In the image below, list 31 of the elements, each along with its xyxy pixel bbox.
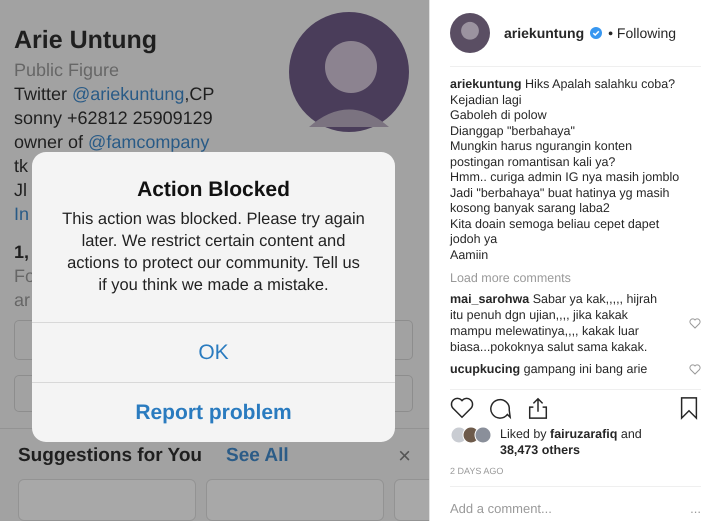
bio-line: Twitter @ariekuntung,CP [14, 83, 214, 106]
likes-text: Liked by fairuzarafiq and 38,473 others [500, 426, 643, 458]
comment-text: mai_sarohwa Sabar ya kak,,,,, hijrah itu penuh dgn ujian,,,, jika kakak mampu melewatinya,,,, kakak luar biasa...pokoknya salut sama kakak. [450, 291, 658, 355]
bio-line: tk [14, 155, 28, 178]
post-time: 2 DAYS AGO [450, 466, 701, 487]
followers-text: ar [14, 289, 30, 312]
share-icon[interactable] [526, 396, 550, 420]
comment-field[interactable]: Add a comment... [450, 501, 552, 516]
stats-text: 1, [14, 241, 30, 264]
dialog-button[interactable]: OK [32, 322, 395, 382]
bio-line: In [14, 203, 30, 226]
more-button[interactable]: ... [690, 501, 701, 516]
profile-category: Public Figure [14, 59, 120, 82]
dialog-title: Action Blocked [136, 177, 291, 202]
username-link[interactable]: ariekuntung [504, 25, 584, 41]
post-caption: ariekuntung Hiks Apalah salahku coba? Kejadian lagi Gaboleh di polow Dianggap "berbahaya" Mungkin harus ngurangin konten postingan romantisan kali ya? Hmm.. curiga admin IG nya masih jomblo Jadi "berbahaya" buat hatinya yg masih kosong banyak sarang laba2 Kita doain semoga beliau cepet dapet jodoh ya Aamiin [450, 77, 680, 263]
heart-icon[interactable] [450, 396, 474, 420]
bio-line: Jl [14, 179, 27, 202]
comment-icon[interactable] [488, 396, 512, 420]
suggestions-title: Suggestions for You [18, 445, 202, 467]
close-button[interactable]: × [398, 443, 411, 469]
avatar[interactable] [450, 13, 490, 53]
see-all-link[interactable]: See All [226, 445, 289, 467]
dialog-button[interactable]: Report problem [32, 382, 395, 442]
following-link[interactable]: • Following [608, 25, 676, 41]
comment-text: ucupkucing gampang ini bang arie [450, 361, 648, 377]
profile-name: Arie Untung [14, 25, 158, 56]
dialog-message: This action was blocked. Please try again later. We restrict certain content and actions to protect our community. Tell us if you think we made a mistake. [61, 209, 366, 296]
load-more-link[interactable]: Load more comments [450, 271, 701, 285]
bio-line: owner of @famcompany [14, 131, 210, 154]
bio-line: sonny +62812 25909129 [14, 107, 213, 130]
